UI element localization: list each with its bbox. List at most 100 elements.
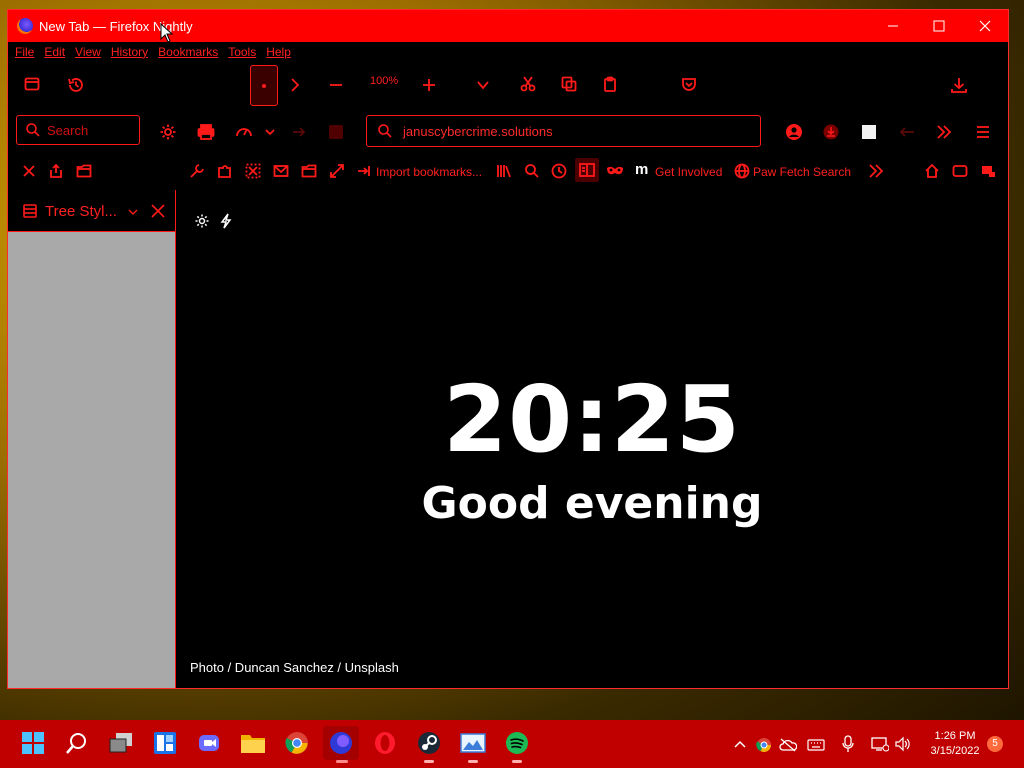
- lightning-icon[interactable]: [219, 213, 233, 229]
- extensions-button[interactable]: [217, 163, 233, 179]
- microphone-icon[interactable]: [842, 735, 854, 753]
- search-taskbar-button[interactable]: [62, 728, 92, 758]
- search-icon: [26, 123, 40, 137]
- wrench-button[interactable]: [189, 163, 205, 179]
- settings-button[interactable]: [159, 123, 177, 141]
- copy-button[interactable]: [561, 76, 577, 92]
- zoom-level[interactable]: 100%: [370, 75, 398, 87]
- home-folder-button[interactable]: [48, 163, 64, 179]
- steam-icon: [418, 732, 440, 754]
- menu-view[interactable]: View: [75, 45, 101, 59]
- containers-button[interactable]: [980, 163, 996, 179]
- globe-icon: [734, 163, 750, 179]
- sidebar-panel[interactable]: [8, 232, 175, 688]
- forward-arrow-button[interactable]: [292, 125, 306, 139]
- zoom-menu-button[interactable]: [476, 78, 490, 92]
- reader-view-button[interactable]: [575, 158, 599, 182]
- private-mode-button[interactable]: [606, 164, 624, 178]
- overflow-button[interactable]: [936, 124, 952, 140]
- volume-icon[interactable]: [895, 736, 913, 752]
- back-arrow-button[interactable]: [899, 125, 915, 139]
- sidebar-title[interactable]: Tree Styl...: [45, 203, 117, 220]
- library-button[interactable]: [496, 163, 512, 179]
- active-tab[interactable]: [250, 65, 278, 106]
- minimize-button[interactable]: [870, 10, 916, 42]
- menu-history[interactable]: History: [111, 45, 148, 59]
- forward-tab-button[interactable]: [288, 77, 302, 93]
- screenshot-button[interactable]: [245, 163, 261, 179]
- title-bar[interactable]: New Tab — Firefox Nightly: [8, 10, 1008, 42]
- app-menu-button[interactable]: [975, 124, 991, 140]
- chevron-up-icon[interactable]: [733, 739, 747, 749]
- maximize-button[interactable]: [916, 10, 962, 42]
- get-involved-link[interactable]: Get Involved: [655, 165, 722, 179]
- menu-edit[interactable]: Edit: [44, 45, 65, 59]
- spotify-button[interactable]: [502, 728, 532, 758]
- menu-help[interactable]: Help: [266, 45, 291, 59]
- chevron-down-icon: [477, 81, 489, 90]
- mask-icon: [607, 166, 623, 175]
- customize-menu-button[interactable]: [264, 126, 276, 138]
- fullscreen-button[interactable]: [329, 163, 345, 179]
- url-bar[interactable]: januscybercrime.solutions: [366, 115, 761, 147]
- close-sidebar-button[interactable]: [22, 164, 36, 178]
- network-icon[interactable]: [871, 736, 889, 752]
- history-button[interactable]: [67, 76, 85, 94]
- firefox-nightly-button[interactable]: [323, 726, 359, 760]
- folder-icon: [301, 164, 317, 178]
- account-button[interactable]: [785, 123, 803, 141]
- menu-tools[interactable]: Tools: [228, 45, 256, 59]
- downloads-button[interactable]: [950, 76, 968, 94]
- widgets-button[interactable]: [150, 728, 180, 758]
- print-button[interactable]: [197, 123, 215, 141]
- find-button[interactable]: [524, 163, 540, 179]
- menu-bookmarks[interactable]: Bookmarks: [158, 45, 218, 59]
- clock-time: 20:25: [443, 366, 741, 473]
- paw-fetch-search-link[interactable]: Paw Fetch Search: [753, 165, 851, 179]
- cut-button[interactable]: [520, 76, 536, 92]
- bookmark-folder-button[interactable]: [76, 163, 92, 179]
- task-view-button[interactable]: [106, 728, 136, 758]
- photo-credit[interactable]: Photo / Duncan Sanchez / Unsplash: [190, 660, 399, 675]
- opera-button[interactable]: [370, 728, 400, 758]
- onedrive-offline-icon[interactable]: [779, 738, 797, 752]
- window-button[interactable]: [952, 163, 968, 179]
- globe-wrap: [734, 163, 750, 179]
- photos-button[interactable]: [458, 728, 488, 758]
- start-button[interactable]: [18, 728, 48, 758]
- pocket-button[interactable]: [681, 76, 697, 92]
- recent-history-button[interactable]: [551, 163, 567, 179]
- save-page-button[interactable]: [823, 124, 839, 140]
- chat-button[interactable]: [194, 728, 224, 758]
- menu-bar: File Edit View History Bookmarks Tools H…: [8, 42, 1008, 62]
- zoom-out-button[interactable]: [328, 77, 344, 93]
- email-button[interactable]: [273, 163, 289, 179]
- close-button[interactable]: [962, 10, 1008, 42]
- zoom-in-button[interactable]: [421, 77, 437, 93]
- bookmarks-overflow-button[interactable]: [868, 163, 884, 179]
- search-box[interactable]: Search: [16, 115, 140, 145]
- extension-button[interactable]: [862, 125, 876, 139]
- download-icon: [951, 78, 967, 93]
- chrome-tray-icon[interactable]: [756, 737, 772, 753]
- tab-overview-button[interactable]: [24, 76, 40, 92]
- file-explorer-button[interactable]: [238, 728, 268, 758]
- notification-badge[interactable]: 5: [987, 736, 1003, 752]
- import-bookmarks-link[interactable]: Import bookmarks...: [376, 165, 482, 179]
- chrome-button[interactable]: [282, 728, 312, 758]
- paste-button[interactable]: [602, 76, 618, 92]
- new-folder-button[interactable]: [301, 163, 317, 179]
- chevron-down-icon[interactable]: [128, 207, 138, 217]
- sidebar-toggle-button[interactable]: [329, 125, 343, 139]
- customize-button[interactable]: [235, 123, 253, 141]
- close-icon[interactable]: [151, 204, 165, 218]
- greeting-text: Good evening: [421, 478, 763, 529]
- taskbar-clock[interactable]: 1:26 PM 3/15/2022: [925, 729, 985, 759]
- keyboard-icon[interactable]: [807, 738, 825, 752]
- taskbar-time: 1:26 PM: [934, 730, 976, 742]
- menu-file[interactable]: File: [15, 45, 34, 59]
- home-button[interactable]: [924, 163, 940, 179]
- steam-button[interactable]: [414, 728, 444, 758]
- url-text[interactable]: januscybercrime.solutions: [403, 124, 553, 139]
- gear-icon[interactable]: [194, 213, 210, 229]
